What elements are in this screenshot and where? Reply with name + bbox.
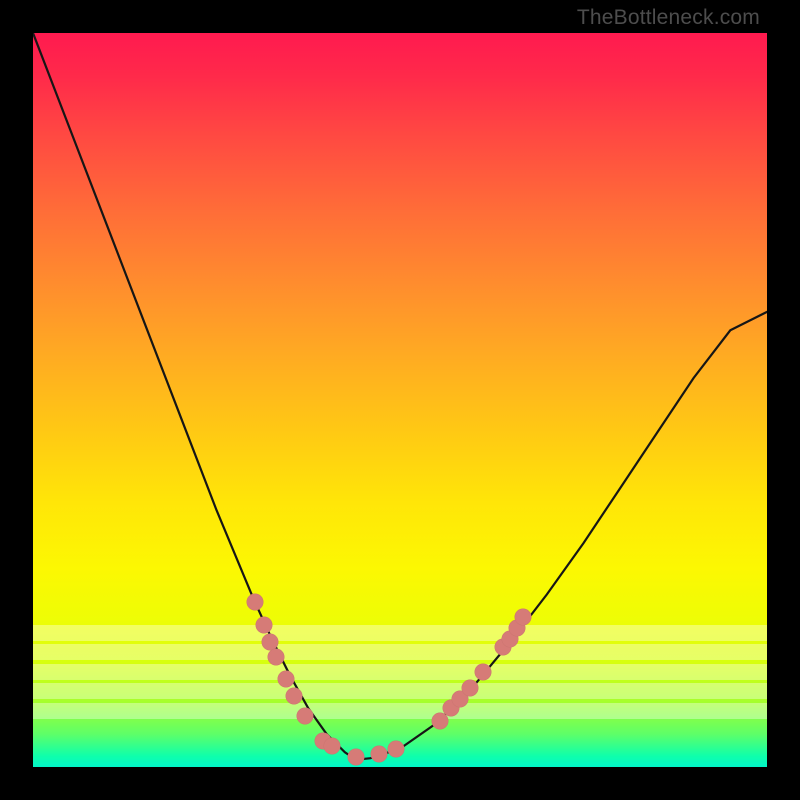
data-marker bbox=[371, 745, 388, 762]
data-marker bbox=[461, 679, 478, 696]
plot-area bbox=[33, 33, 767, 767]
data-marker bbox=[296, 707, 313, 724]
data-marker bbox=[278, 670, 295, 687]
data-marker bbox=[246, 593, 263, 610]
watermark-text: TheBottleneck.com bbox=[577, 6, 760, 30]
data-marker bbox=[347, 749, 364, 766]
outer-frame: TheBottleneck.com bbox=[0, 0, 800, 800]
data-marker bbox=[474, 663, 491, 680]
data-marker bbox=[324, 738, 341, 755]
data-marker bbox=[388, 740, 405, 757]
curve-svg bbox=[33, 33, 767, 767]
data-marker bbox=[256, 617, 273, 634]
data-marker bbox=[515, 608, 532, 625]
bottleneck-curve bbox=[33, 33, 767, 760]
data-marker bbox=[267, 648, 284, 665]
data-marker bbox=[285, 687, 302, 704]
